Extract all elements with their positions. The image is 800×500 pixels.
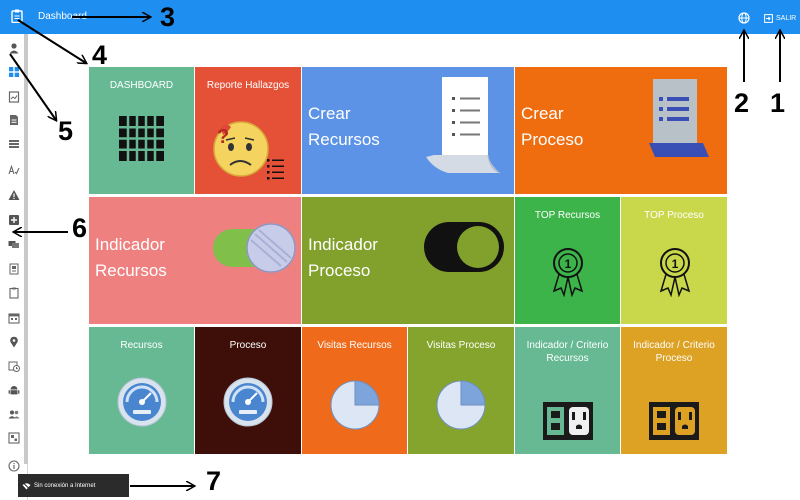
annotation-2: 2 xyxy=(734,88,750,118)
arrow-5 xyxy=(9,53,56,120)
annotation-5: 5 xyxy=(58,116,74,146)
annotation-1: 1 xyxy=(770,88,786,118)
annotation-6: 6 xyxy=(72,213,88,243)
annotation-4: 4 xyxy=(92,40,108,70)
annotation-7: 7 xyxy=(206,466,222,496)
annotation-3: 3 xyxy=(160,2,176,32)
arrow-4 xyxy=(17,19,86,63)
app-window: Dashboard SALIR DASHBOARD Reporte Hallaz… xyxy=(0,0,800,500)
annotation-arrows xyxy=(9,0,800,500)
